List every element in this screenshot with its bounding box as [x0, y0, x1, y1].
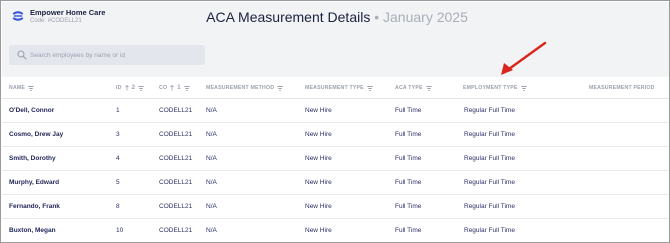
aca-type-cell: Full Time [395, 179, 422, 186]
page-title: ACA Measurement Details • January 2025 [2, 9, 669, 25]
column-header-co[interactable]: CO 1 [159, 85, 190, 91]
employee-name[interactable]: Fernando, Frank [9, 203, 60, 210]
employee-id: 8 [116, 203, 120, 210]
filter-icon[interactable] [367, 85, 373, 91]
title-separator: • [374, 9, 380, 25]
employee-name[interactable]: Cosmo, Drew Jay [9, 131, 63, 138]
search-input[interactable] [30, 47, 200, 63]
measurement-type-cell: New Hire [305, 131, 332, 138]
company-code-cell: CODELL21 [159, 107, 193, 114]
employment-type-cell: Regular Full Time [464, 155, 515, 162]
page-title-text: ACA Measurement Details [206, 9, 371, 25]
employment-type-cell: Regular Full Time [464, 179, 515, 186]
aca-type-cell: Full Time [395, 131, 422, 138]
measurement-type-cell: New Hire [305, 227, 332, 234]
company-code-cell: CODELL21 [159, 227, 193, 234]
employment-type-cell: Regular Full Time [464, 131, 515, 138]
employee-name[interactable]: Buxton, Megan [9, 227, 56, 234]
column-header-label: MEASUREMENT METHOD [206, 85, 275, 91]
column-header-employment-type[interactable]: EMPLOYMENT TYPE [463, 85, 527, 91]
employee-id: 4 [116, 155, 120, 162]
employee-name[interactable]: Smith, Dorothy [9, 155, 56, 162]
filter-icon[interactable] [28, 85, 34, 91]
column-header-label: NAME [9, 85, 26, 91]
column-header-label: CO [159, 85, 168, 91]
table-row[interactable]: Smith, Dorothy 4 CODELL21 N/A New Hire F… [2, 147, 669, 171]
employee-id: 1 [116, 107, 120, 114]
filter-icon[interactable] [277, 85, 283, 91]
measurement-method-cell: N/A [206, 155, 217, 162]
column-header-label: MEASUREMENT PERIOD [589, 85, 655, 91]
column-header-measurement-period[interactable]: MEASUREMENT PERIOD [589, 85, 655, 91]
company-code-cell: CODELL21 [159, 131, 193, 138]
app-window: Empower Home Care Code: #CODELL21 ACA Me… [0, 0, 670, 243]
column-header-measurement-type[interactable]: MEASUREMENT TYPE [305, 85, 373, 91]
sort-order-number: 1 [177, 85, 181, 91]
column-header-measurement-method[interactable]: MEASUREMENT METHOD [206, 85, 283, 91]
filter-icon[interactable] [138, 85, 144, 91]
column-header-label: EMPLOYMENT TYPE [463, 85, 518, 91]
measurement-type-cell: New Hire [305, 203, 332, 210]
table-row[interactable]: Murphy, Edward 5 CODELL21 N/A New Hire F… [2, 171, 669, 195]
reporting-period: January 2025 [383, 9, 468, 25]
table-row[interactable]: O'Dell, Connor 1 CODELL21 N/A New Hire F… [2, 99, 669, 123]
table-row[interactable]: Fernando, Frank 8 CODELL21 N/A New Hire … [2, 195, 669, 219]
page-header: Empower Home Care Code: #CODELL21 ACA Me… [2, 2, 669, 77]
table-row[interactable]: Cosmo, Drew Jay 3 CODELL21 N/A New Hire … [2, 123, 669, 147]
measurement-method-cell: N/A [206, 179, 217, 186]
measurement-type-cell: New Hire [305, 107, 332, 114]
table-row[interactable]: Buxton, Megan 10 CODELL21 N/A New Hire F… [2, 219, 669, 242]
employment-type-cell: Regular Full Time [464, 107, 515, 114]
measurement-type-cell: New Hire [305, 155, 332, 162]
filter-icon[interactable] [425, 85, 432, 91]
employee-id: 10 [116, 227, 124, 234]
column-header-aca-type[interactable]: ACA TYPE [395, 85, 432, 91]
column-header-label: ID [116, 85, 122, 91]
employee-name[interactable]: O'Dell, Connor [9, 107, 54, 114]
employee-id: 5 [116, 179, 120, 186]
measurement-method-cell: N/A [206, 131, 217, 138]
aca-type-cell: Full Time [395, 155, 422, 162]
aca-type-cell: Full Time [395, 107, 422, 114]
company-code-cell: CODELL21 [159, 179, 193, 186]
column-header-id[interactable]: ID 2 [116, 85, 144, 91]
company-code-cell: CODELL21 [159, 203, 193, 210]
measurement-method-cell: N/A [206, 227, 217, 234]
filter-icon[interactable] [520, 85, 527, 91]
measurement-type-cell: New Hire [305, 179, 332, 186]
sort-ascending-icon [124, 85, 129, 91]
aca-type-cell: Full Time [395, 203, 422, 210]
column-header-label: MEASUREMENT TYPE [305, 85, 364, 91]
column-header-name[interactable]: NAME [9, 85, 34, 91]
table-header: NAME ID 2 CO 1 MEASUREMENT METHOD MEASUR… [2, 77, 669, 99]
employment-type-cell: Regular Full Time [464, 203, 515, 210]
search-icon [17, 50, 27, 60]
column-header-label: ACA TYPE [395, 85, 423, 91]
sort-order-number: 2 [131, 85, 136, 91]
employee-name[interactable]: Murphy, Edward [9, 179, 59, 186]
company-code-cell: CODELL21 [159, 155, 193, 162]
search-box[interactable] [9, 45, 205, 65]
employee-id: 3 [116, 131, 120, 138]
filter-icon[interactable] [184, 85, 190, 91]
employment-type-cell: Regular Full Time [464, 227, 515, 234]
measurement-method-cell: N/A [206, 107, 217, 114]
measurement-method-cell: N/A [206, 203, 217, 210]
aca-type-cell: Full Time [395, 227, 422, 234]
sort-ascending-icon [170, 85, 174, 91]
